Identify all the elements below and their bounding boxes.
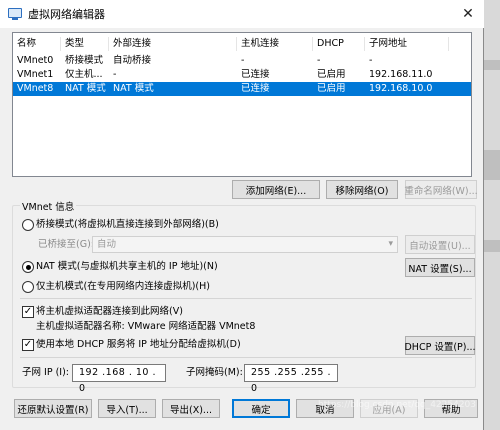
window-title: 虚拟网络编辑器	[28, 8, 105, 21]
network-list-header: 名称 类型 外部连接 主机连接 DHCP 子网地址	[13, 37, 471, 51]
table-row-selected[interactable]: VMnet8 NAT 模式 NAT 模式 已连接 已启用 192.168.10.…	[13, 82, 471, 96]
subnet-ip-input[interactable]: 192 .168 . 10 . 0	[72, 364, 166, 394]
rename-network-button[interactable]: 重命名网络(W)...	[404, 180, 478, 199]
cell-external: NAT 模式	[113, 83, 154, 94]
chevron-down-icon: ▾	[388, 239, 393, 249]
cell-host: 已连接	[241, 83, 270, 94]
divider	[20, 357, 472, 358]
nat-mode-label[interactable]: NAT 模式(与虚拟机共享主机的 IP 地址)(N)	[36, 260, 218, 274]
apply-button[interactable]: 应用(A)	[360, 399, 418, 418]
restore-defaults-button[interactable]: 还原默认设置(R)	[14, 399, 92, 418]
cell-name: VMnet8	[17, 83, 54, 94]
column-header-name[interactable]: 名称	[13, 37, 61, 51]
cell-subnet: 192.168.10.0	[369, 83, 433, 94]
virtual-network-editor-window: 虚拟网络编辑器 ✕ 名称 类型 外部连接 主机连接 DHCP 子网地址 VMne…	[0, 0, 484, 430]
dhcp-settings-button[interactable]: DHCP 设置(P)...	[404, 336, 476, 355]
import-button[interactable]: 导入(T)...	[98, 399, 156, 418]
cell-external: -	[113, 69, 117, 80]
subnet-mask-input[interactable]: 255 .255 .255 . 0	[244, 364, 338, 394]
network-editor-icon	[8, 8, 22, 20]
close-icon[interactable]: ✕	[460, 6, 476, 22]
column-header-subnet[interactable]: 子网地址	[365, 37, 449, 51]
nat-mode-radio[interactable]	[22, 261, 34, 273]
vmnet-info-label: VMnet 信息	[20, 199, 77, 213]
cell-dhcp: -	[317, 55, 321, 66]
cell-host: -	[241, 55, 245, 66]
remove-network-button[interactable]: 移除网络(O)	[326, 180, 398, 199]
network-list[interactable]: 名称 类型 外部连接 主机连接 DHCP 子网地址 VMnet0 桥接模式 自动…	[12, 32, 472, 177]
adapter-name-text: 主机虚拟适配器名称: VMware 网络适配器 VMnet8	[36, 321, 256, 332]
auto-settings-button[interactable]: 自动设置(U)...	[405, 235, 475, 254]
table-row[interactable]: VMnet0 桥接模式 自动桥接 - - -	[13, 54, 471, 68]
cell-name: VMnet0	[17, 55, 54, 66]
export-button[interactable]: 导出(X)...	[162, 399, 220, 418]
dhcp-label[interactable]: 使用本地 DHCP 服务将 IP 地址分配给虚拟机(D)	[36, 338, 241, 352]
add-network-button[interactable]: 添加网络(E)...	[232, 180, 320, 199]
nat-settings-button[interactable]: NAT 设置(S)...	[405, 258, 475, 277]
cell-external: 自动桥接	[113, 55, 152, 66]
connect-adapter-label[interactable]: 将主机虚拟适配器连接到此网络(V)	[36, 305, 183, 319]
host-only-radio[interactable]	[22, 281, 34, 293]
cell-type: 桥接模式	[65, 55, 104, 66]
title-bar: 虚拟网络编辑器 ✕	[0, 0, 484, 28]
divider	[20, 298, 472, 299]
bridged-to-label: 已桥接至(G):	[38, 239, 94, 250]
bridge-mode-radio[interactable]	[22, 219, 34, 231]
cell-type: NAT 模式	[65, 83, 106, 94]
cell-subnet: 192.168.11.0	[369, 69, 433, 80]
subnet-mask-label: 子网掩码(M):	[186, 367, 243, 378]
cell-subnet: -	[369, 55, 373, 66]
cell-host: 已连接	[241, 69, 270, 80]
vmnet-info-group	[12, 205, 476, 388]
cell-dhcp: 已启用	[317, 69, 346, 80]
table-row[interactable]: VMnet1 仅主机... - 已连接 已启用 192.168.11.0	[13, 68, 471, 82]
cell-dhcp: 已启用	[317, 83, 346, 94]
ok-button[interactable]: 确定	[232, 399, 290, 418]
background-window-edge	[484, 0, 500, 430]
column-header-host[interactable]: 主机连接	[237, 37, 313, 51]
cell-type: 仅主机...	[65, 69, 103, 80]
cancel-button[interactable]: 取消	[296, 399, 354, 418]
column-header-dhcp[interactable]: DHCP	[313, 37, 365, 51]
dhcp-checkbox[interactable]: ✓	[22, 339, 34, 351]
host-only-label[interactable]: 仅主机模式(在专用网络内连接虚拟机)(H)	[36, 280, 210, 294]
bridged-to-value: 自动	[97, 239, 117, 250]
bridged-to-select[interactable]: 自动 ▾	[92, 236, 398, 253]
subnet-ip-label: 子网 IP (I):	[22, 367, 69, 378]
bridge-mode-label[interactable]: 桥接模式(将虚拟机直接连接到外部网络)(B)	[36, 218, 219, 232]
help-button[interactable]: 帮助	[424, 399, 478, 418]
cell-name: VMnet1	[17, 69, 54, 80]
connect-adapter-checkbox[interactable]: ✓	[22, 306, 34, 318]
column-header-type[interactable]: 类型	[61, 37, 109, 51]
column-header-external[interactable]: 外部连接	[109, 37, 237, 51]
